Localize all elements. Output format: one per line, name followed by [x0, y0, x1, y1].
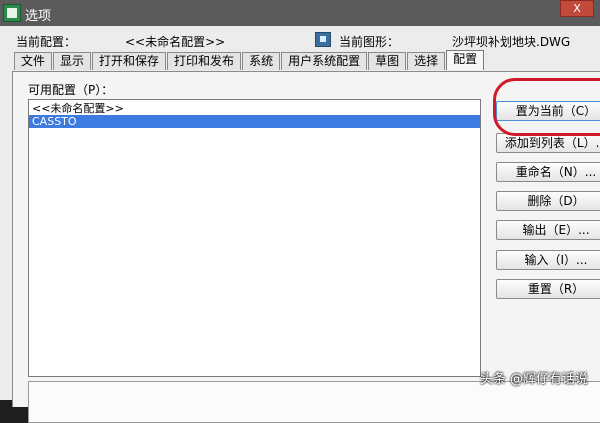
current-profile-label: 当前配置： [16, 35, 77, 49]
options-dialog: 选项 X 当前配置： <<未命名配置>> 当前图形： 沙坪坝补划地块.DWG 文… [0, 0, 600, 423]
tab-drafting[interactable]: 草图 [368, 52, 407, 70]
tab-files[interactable]: 文件 [14, 52, 53, 70]
title-bar[interactable]: 选项 X [0, 0, 600, 26]
profiles-panel: 可用配置（P）： <<未命名配置>> CASSTO 置为当前（C） 添加到列表（… [12, 71, 600, 423]
tab-strip: 文件 显示 打开和保存 打印和发布 系统 用户系统配置 草图 选择 配置 [14, 50, 485, 71]
tab-open-save[interactable]: 打开和保存 [92, 52, 167, 70]
delete-button[interactable]: 删除（D） [496, 191, 600, 211]
list-item-selected[interactable]: CASSTO [29, 115, 480, 128]
set-current-button[interactable]: 置为当前（C） [496, 101, 600, 121]
reset-button[interactable]: 重置（R） [496, 279, 600, 299]
profiles-listbox[interactable]: <<未命名配置>> CASSTO [28, 99, 481, 377]
tab-display[interactable]: 显示 [53, 52, 92, 70]
rename-button[interactable]: 重命名（N）... [496, 162, 600, 182]
current-drawing-label: 当前图形： [339, 35, 400, 49]
tab-user-preferences[interactable]: 用户系统配置 [281, 52, 368, 70]
add-to-list-button[interactable]: 添加到列表（L）... [496, 133, 600, 153]
tab-plot-publish[interactable]: 打印和发布 [167, 52, 242, 70]
current-profile-value: <<未命名配置>> [125, 35, 226, 49]
import-button[interactable]: 输入（I）... [496, 250, 600, 270]
list-item[interactable]: <<未命名配置>> [29, 102, 480, 115]
app-icon [3, 4, 21, 22]
drawing-icon [315, 32, 331, 47]
window-title: 选项 [25, 9, 52, 24]
tab-system[interactable]: 系统 [242, 52, 281, 70]
close-button[interactable]: X [560, 0, 594, 17]
current-drawing-value: 沙坪坝补划地块.DWG [452, 35, 571, 49]
available-profiles-label: 可用配置（P）： [28, 83, 114, 97]
profile-info-bar: 当前配置： <<未命名配置>> 当前图形： 沙坪坝补划地块.DWG [0, 28, 600, 50]
profile-description-box [28, 381, 600, 423]
watermark: 头条 @辉仔有话说 [479, 372, 588, 387]
export-button[interactable]: 输出（E）... [496, 220, 600, 240]
tab-profiles[interactable]: 配置 [446, 50, 485, 70]
tab-selection[interactable]: 选择 [407, 52, 446, 70]
